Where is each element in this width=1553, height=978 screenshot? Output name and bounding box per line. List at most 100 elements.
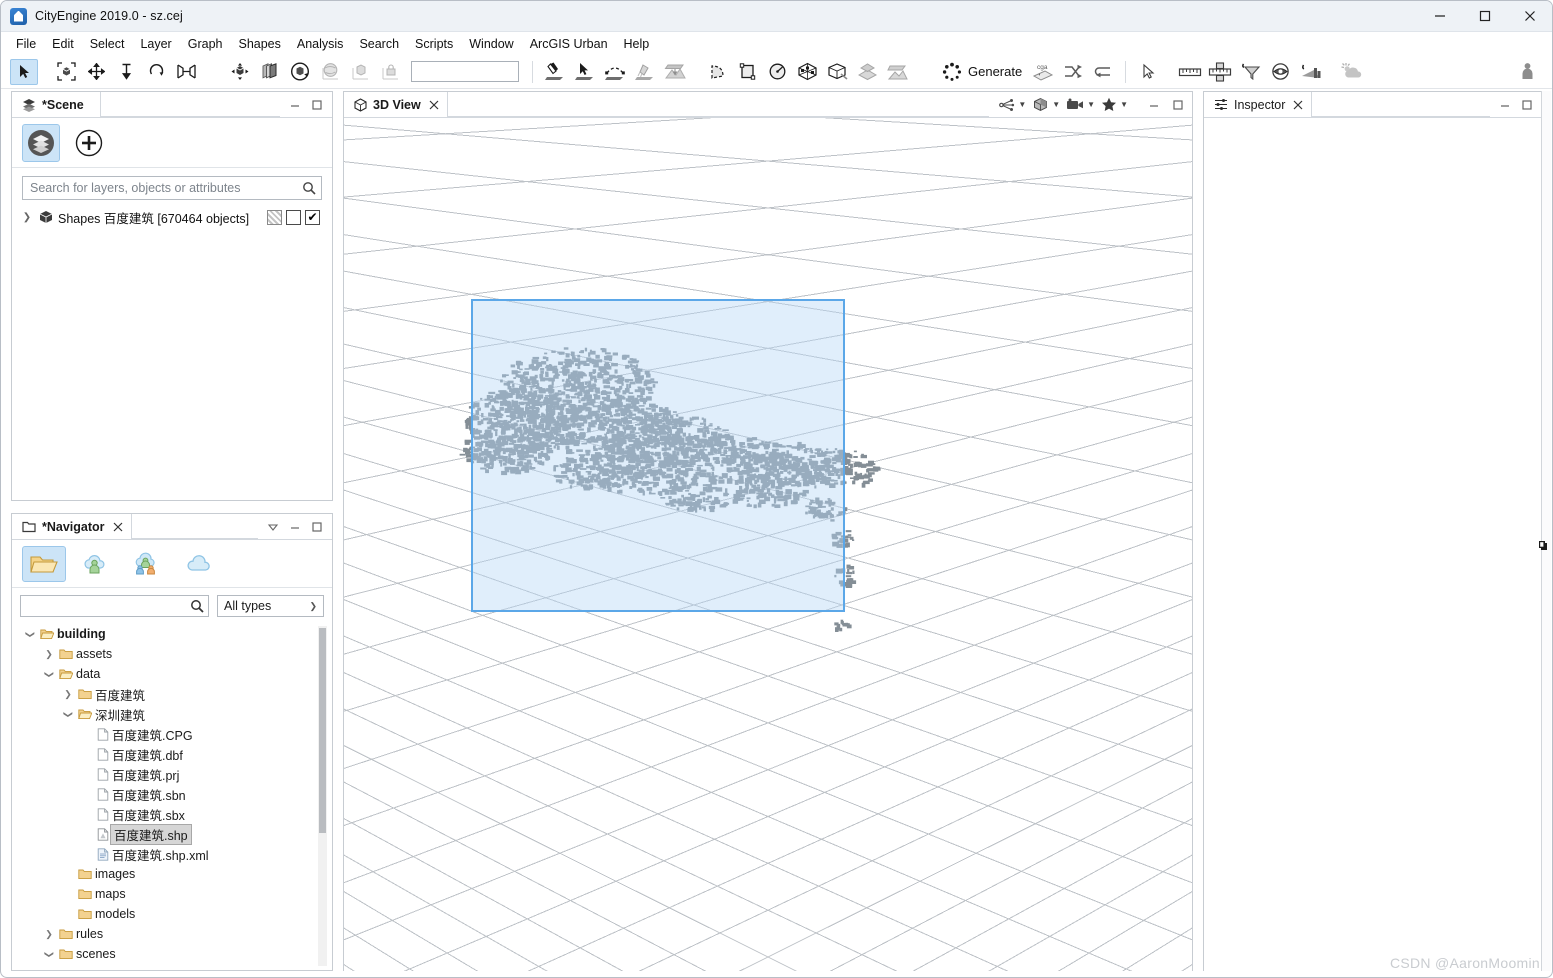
maximize-button[interactable] bbox=[1462, 1, 1507, 32]
navigator-tree-row[interactable]: models bbox=[12, 904, 332, 924]
navigator-scroll-thumb[interactable] bbox=[319, 628, 326, 833]
menu-layer[interactable]: Layer bbox=[132, 35, 179, 53]
chevron-right-icon[interactable]: ❯ bbox=[41, 649, 57, 660]
uniform-move-icon[interactable] bbox=[226, 59, 254, 85]
navigator-tree-row[interactable]: 百度建筑.dbf bbox=[12, 744, 332, 764]
close-button[interactable] bbox=[1507, 1, 1552, 32]
navigator-tree-row[interactable]: ❯ rules bbox=[12, 924, 332, 944]
navigator-tree-row[interactable]: 百度建筑.prj bbox=[12, 764, 332, 784]
tab-inspector[interactable]: Inspector bbox=[1204, 92, 1313, 117]
bookmark-button[interactable]: ▼ bbox=[1099, 97, 1130, 112]
chevron-down-icon[interactable]: ▼ bbox=[1052, 100, 1060, 109]
chevron-down-icon[interactable]: ▼ bbox=[1018, 100, 1026, 109]
navigator-tree-row[interactable]: 百度建筑.shp bbox=[12, 823, 332, 845]
cleanup-shapes-icon[interactable] bbox=[631, 59, 659, 85]
menu-file[interactable]: File bbox=[8, 35, 44, 53]
search-input[interactable] bbox=[28, 180, 302, 196]
chevron-down-icon[interactable]: ❯ bbox=[44, 946, 55, 962]
search-icon[interactable] bbox=[302, 181, 316, 195]
chevron-down-icon[interactable]: ❯ bbox=[44, 666, 55, 682]
rotate-icon[interactable] bbox=[142, 59, 170, 85]
chevron-right-icon[interactable]: ❯ bbox=[60, 689, 76, 700]
minimize-icon[interactable] bbox=[289, 521, 301, 533]
pointer-icon[interactable] bbox=[1134, 59, 1162, 85]
chevron-right-icon[interactable]: ❯ bbox=[20, 212, 34, 223]
toolbar-text-field[interactable] bbox=[411, 61, 519, 82]
scene-layers-button[interactable] bbox=[22, 123, 60, 162]
navigator-tree-row[interactable]: ❯ data bbox=[12, 664, 332, 684]
pinned-panel-icon[interactable] bbox=[1536, 539, 1549, 552]
scene-search[interactable] bbox=[22, 176, 322, 200]
minimize-icon[interactable] bbox=[289, 99, 301, 111]
scale-icon[interactable] bbox=[172, 59, 200, 85]
measure-icon[interactable] bbox=[1176, 59, 1204, 85]
tab-navigator[interactable]: *Navigator bbox=[12, 514, 132, 539]
maximize-icon[interactable] bbox=[1172, 99, 1184, 111]
chevron-right-icon[interactable]: ❯ bbox=[41, 929, 57, 940]
type-filter-select[interactable]: All types ❯ bbox=[217, 595, 324, 617]
curve-draw-icon[interactable] bbox=[601, 59, 629, 85]
display-mode-button[interactable]: ▼ bbox=[1030, 97, 1062, 112]
view-menu-icon[interactable] bbox=[267, 521, 279, 533]
my-content-button[interactable] bbox=[74, 546, 118, 582]
subdivide-icon[interactable] bbox=[793, 59, 821, 85]
menu-analysis[interactable]: Analysis bbox=[289, 35, 352, 53]
layer-select-box[interactable] bbox=[286, 209, 301, 225]
maximize-icon[interactable] bbox=[311, 521, 323, 533]
menu-graph[interactable]: Graph bbox=[180, 35, 231, 53]
weather-icon[interactable] bbox=[1338, 59, 1366, 85]
person-scale-icon[interactable] bbox=[1513, 59, 1541, 85]
minimize-button[interactable] bbox=[1417, 1, 1462, 32]
reset-icon[interactable] bbox=[1089, 59, 1117, 85]
chevron-down-icon[interactable]: ▼ bbox=[1087, 100, 1095, 109]
navigator-tree-row[interactable]: ❯ building bbox=[12, 624, 332, 644]
tab-3d-view[interactable]: 3D View bbox=[344, 92, 448, 117]
navigator-tree-row[interactable]: 百度建筑.CPG bbox=[12, 724, 332, 744]
maximize-icon[interactable] bbox=[311, 99, 323, 111]
funnel-icon[interactable] bbox=[1236, 59, 1264, 85]
menu-arcgis-urban[interactable]: ArcGIS Urban bbox=[522, 35, 616, 53]
menu-scripts[interactable]: Scripts bbox=[407, 35, 461, 53]
chevron-down-icon[interactable]: ❯ bbox=[309, 601, 317, 612]
minimize-icon[interactable] bbox=[1499, 99, 1511, 111]
camera-button[interactable]: ▼ bbox=[1064, 98, 1097, 111]
add-layer-button[interactable] bbox=[70, 124, 108, 162]
close-icon[interactable] bbox=[113, 522, 123, 532]
navigator-tree-row[interactable]: ❯ assets bbox=[12, 644, 332, 664]
navigator-tree-row[interactable]: 百度建筑.sbx bbox=[12, 804, 332, 824]
arc-icon[interactable] bbox=[703, 59, 731, 85]
navigator-tree-row[interactable]: 百度建筑.sbn bbox=[12, 784, 332, 804]
polygon-select-icon[interactable] bbox=[571, 59, 599, 85]
chevron-down-icon[interactable]: ▼ bbox=[1120, 100, 1128, 109]
measure-height-icon[interactable] bbox=[1206, 59, 1234, 85]
menu-select[interactable]: Select bbox=[82, 35, 133, 53]
polygon-draw-icon[interactable] bbox=[541, 59, 569, 85]
layer-visible-box[interactable]: ✔ bbox=[305, 209, 320, 225]
navigation-mode-button[interactable]: ▼ bbox=[997, 98, 1028, 112]
duplicate-icon[interactable] bbox=[256, 59, 284, 85]
select-arrow-icon[interactable] bbox=[10, 58, 38, 85]
minimize-icon[interactable] bbox=[1148, 99, 1160, 111]
push-pull-icon[interactable] bbox=[112, 59, 140, 85]
align-terrain-icon[interactable] bbox=[661, 59, 689, 85]
navigator-tree-row[interactable]: maps bbox=[12, 884, 332, 904]
box-select-icon[interactable] bbox=[52, 59, 80, 85]
extrude-icon[interactable] bbox=[853, 59, 881, 85]
lock-icon[interactable] bbox=[376, 59, 404, 85]
cleanup-graph-icon[interactable] bbox=[823, 59, 851, 85]
tree-row[interactable]: ❯ Shapes 百度建筑 [670464 objects] ✔ bbox=[18, 206, 326, 228]
close-icon[interactable] bbox=[1293, 100, 1303, 110]
shadow-analysis-icon[interactable] bbox=[1296, 59, 1324, 85]
navigator-search[interactable] bbox=[20, 595, 209, 617]
menu-shapes[interactable]: Shapes bbox=[230, 35, 288, 53]
maximize-icon[interactable] bbox=[1521, 99, 1533, 111]
menu-window[interactable]: Window bbox=[461, 35, 521, 53]
menu-edit[interactable]: Edit bbox=[44, 35, 82, 53]
globe-align-icon[interactable] bbox=[316, 59, 344, 85]
chevron-down-icon[interactable]: ❯ bbox=[63, 706, 74, 722]
shared-content-button[interactable] bbox=[126, 546, 170, 582]
cga-rule-icon[interactable]: cga bbox=[1029, 59, 1057, 85]
rectangle-icon[interactable] bbox=[733, 59, 761, 85]
online-content-button[interactable] bbox=[178, 546, 222, 582]
3d-viewport[interactable] bbox=[344, 118, 1192, 971]
